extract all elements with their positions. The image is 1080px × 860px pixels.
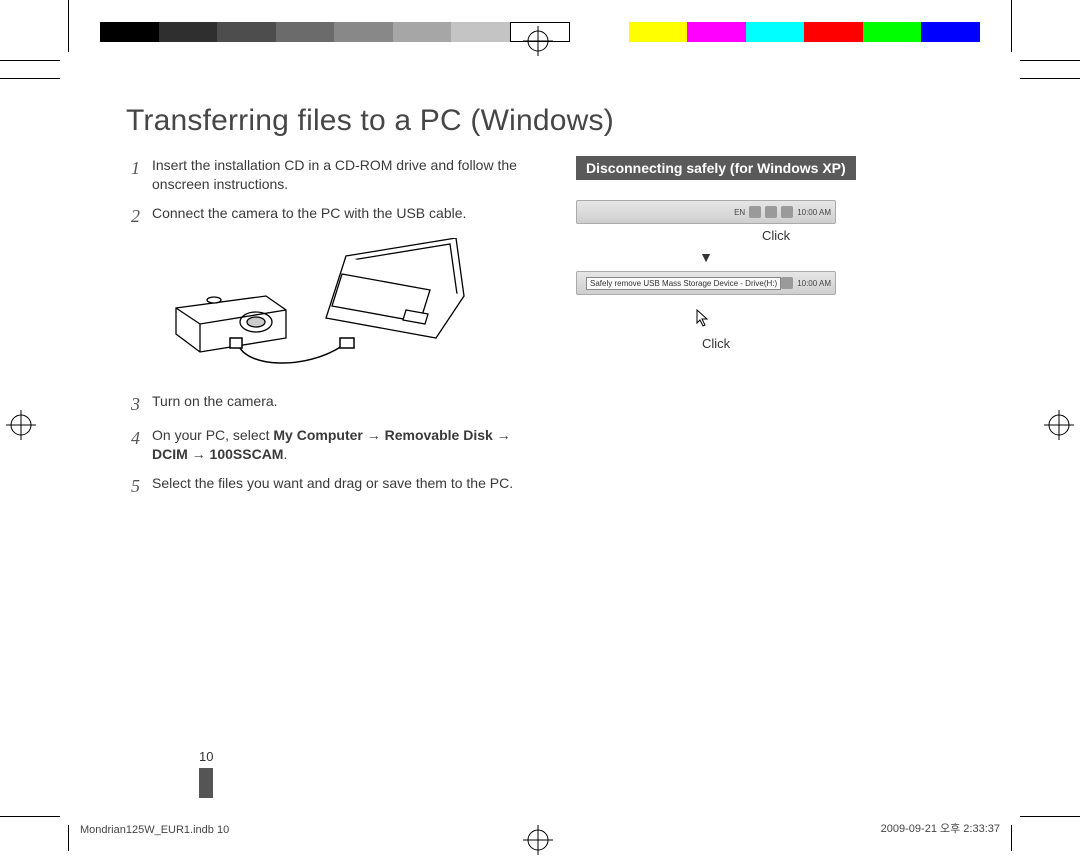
registration-mark-icon [1044, 410, 1074, 440]
step-text-suffix: . [283, 446, 287, 462]
step-text: On your PC, select My Computer → Removab… [152, 426, 542, 464]
footer-filename: Mondrian125W_EUR1.indb 10 [80, 824, 229, 836]
page-content: Transferring files to a PC (Windows) 1 I… [68, 78, 1012, 816]
step-text: Turn on the camera. [152, 392, 542, 416]
step-number: 5 [126, 474, 140, 498]
crop-mark [0, 816, 60, 817]
left-column: 1 Insert the installation CD in a CD-ROM… [126, 156, 542, 508]
camera-laptop-illustration [146, 238, 476, 378]
taskbar-clock: 10:00 AM [797, 208, 831, 217]
step-text: Insert the installation CD in a CD-ROM d… [152, 156, 542, 194]
crop-mark [1011, 0, 1012, 52]
step-item: 3 Turn on the camera. [126, 392, 542, 416]
page-marker-bar [199, 768, 213, 798]
step-text: Select the files you want and drag or sa… [152, 474, 542, 498]
right-column: Disconnecting safely (for Windows XP) EN… [576, 156, 992, 508]
taskbar-clock: 10:00 AM [797, 279, 831, 288]
tray-icon [781, 277, 793, 289]
step-item: 1 Insert the installation CD in a CD-ROM… [126, 156, 542, 194]
click-label: Click [702, 336, 992, 351]
registration-mark-icon [523, 26, 553, 56]
crop-mark [1020, 78, 1080, 79]
page-number-block: 10 [199, 749, 213, 798]
tray-icon [749, 206, 761, 218]
step-text: Connect the camera to the PC with the US… [152, 204, 542, 228]
step-item: 4 On your PC, select My Computer → Remov… [126, 426, 542, 464]
step-text-prefix: On your PC, select [152, 427, 273, 443]
chevron-down-icon: ▼ [576, 249, 836, 265]
callout-header: Disconnecting safely (for Windows XP) [576, 156, 856, 180]
step-number: 3 [126, 392, 140, 416]
tray-icon [765, 206, 777, 218]
click-label: Click [762, 228, 992, 243]
safely-remove-tooltip: Safely remove USB Mass Storage Device - … [586, 277, 781, 290]
crop-mark [0, 78, 60, 79]
crop-mark [1020, 816, 1080, 817]
tray-icon [781, 206, 793, 218]
step-number: 4 [126, 426, 140, 464]
taskbar-lang: EN [734, 208, 745, 217]
step-number: 2 [126, 204, 140, 228]
windows-taskbar: EN 10:00 AM [576, 200, 836, 224]
crop-mark [68, 0, 69, 52]
crop-mark [1020, 60, 1080, 61]
step-item: 2 Connect the camera to the PC with the … [126, 204, 542, 228]
step-number: 1 [126, 156, 140, 194]
step-item: 5 Select the files you want and drag or … [126, 474, 542, 498]
crop-mark [68, 825, 69, 851]
registration-mark-icon [6, 410, 36, 440]
page-title: Transferring files to a PC (Windows) [126, 104, 1012, 138]
crop-mark [1011, 825, 1012, 851]
page-number: 10 [199, 749, 213, 764]
crop-mark [0, 60, 60, 61]
cursor-icon [696, 309, 710, 332]
footer-timestamp: 2009-09-21 오후 2:33:37 [881, 820, 1000, 836]
